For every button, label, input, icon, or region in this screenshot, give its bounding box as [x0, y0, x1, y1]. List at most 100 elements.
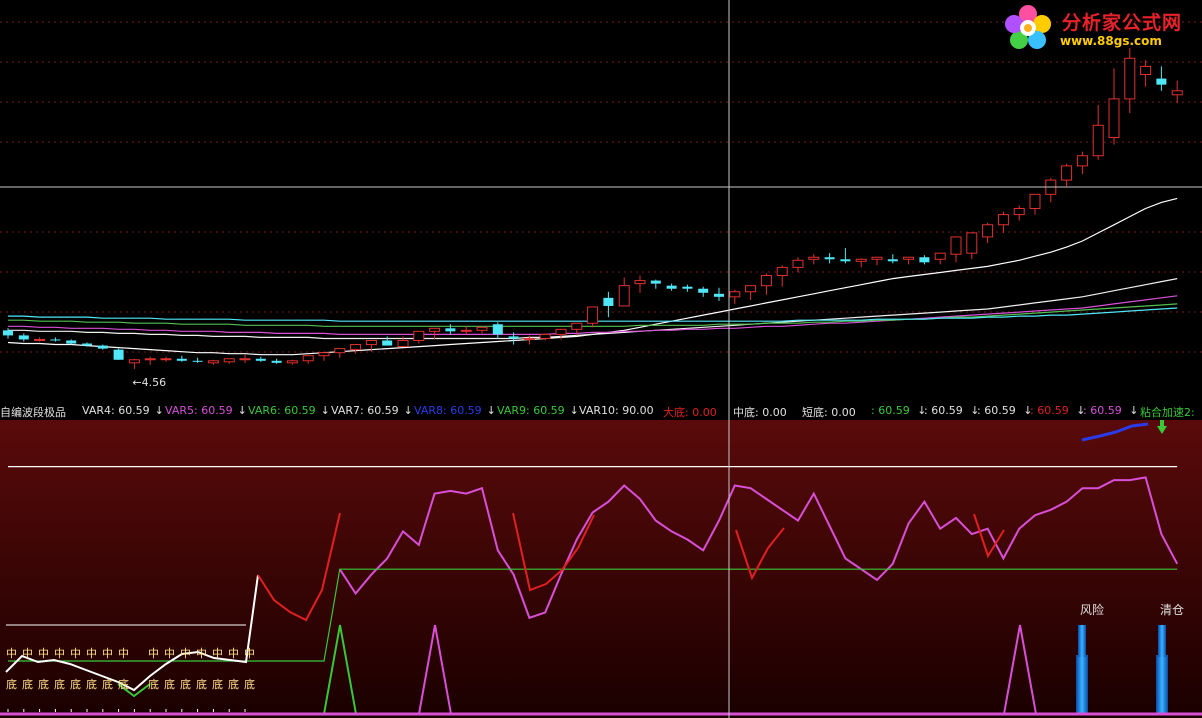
- low-price-annotation: ←4.56: [132, 376, 167, 389]
- header-item-4: VAR7: 60.59: [331, 404, 399, 417]
- candle-body: [82, 343, 92, 346]
- candle-body: [523, 337, 535, 340]
- header-item-0: 自编波段极品: [0, 406, 66, 419]
- candle-body: [97, 345, 108, 349]
- candle-body: [302, 355, 314, 362]
- candle-body: [840, 259, 851, 262]
- candle-body: [113, 349, 124, 360]
- di-signal-char: 底: [164, 678, 175, 691]
- header-arrow-icon: ↓: [569, 404, 579, 417]
- candle-body: [429, 327, 441, 332]
- candle-body: [539, 333, 551, 339]
- candle-body: [982, 224, 994, 238]
- candle-body: [492, 324, 503, 335]
- candle-body: [871, 256, 883, 260]
- watermark-url: www.88gs.com: [1060, 34, 1162, 48]
- down-arrow-signal-stem: [1160, 420, 1164, 427]
- candle-body: [666, 285, 677, 289]
- di-signal-char: 底: [22, 678, 33, 691]
- candle-body: [334, 348, 346, 354]
- candle-body: [176, 358, 187, 361]
- candle-body: [460, 329, 472, 332]
- header-item-11: : 60.59: [871, 404, 910, 417]
- di-signal-char: 底: [244, 678, 255, 691]
- candle-body: [413, 330, 425, 341]
- zhong-signal-char: 中: [70, 647, 81, 660]
- zhong-signal-char: 中: [212, 647, 223, 660]
- risk-label: 风险: [1080, 603, 1105, 617]
- candle-body: [855, 258, 867, 262]
- candle-body: [808, 256, 820, 260]
- zhong-signal-char: 中: [6, 647, 17, 660]
- candle-body: [1171, 90, 1183, 96]
- candle-body: [239, 358, 251, 361]
- upper-panel-bg: [0, 0, 1202, 402]
- header-arrow-icon: ↓: [1129, 404, 1139, 417]
- candle-body: [903, 256, 915, 260]
- header-arrow-icon: ↓: [320, 404, 330, 417]
- candle-body: [207, 360, 219, 364]
- watermark-title: 分析家公式网: [1062, 12, 1183, 34]
- candle-body: [1013, 208, 1025, 216]
- candle-body: [571, 322, 583, 330]
- candle-body: [792, 259, 804, 268]
- clear-position-label: 清仓: [1160, 603, 1185, 617]
- candle-body: [634, 280, 646, 285]
- site-watermark: 分析家公式网 www.88gs.com: [1000, 2, 1200, 54]
- di-signal-char: 底: [118, 678, 129, 691]
- candle-body: [397, 339, 409, 348]
- candle-body: [776, 266, 788, 277]
- candle-body: [603, 297, 614, 306]
- candle-body: [824, 257, 835, 260]
- header-item-2: VAR5: 60.59: [165, 404, 233, 417]
- candle-body: [745, 285, 757, 293]
- zhong-signal-char: 中: [38, 647, 49, 660]
- header-item-5: VAR8: 60.59: [414, 404, 482, 417]
- header-arrow-icon: ↓: [486, 404, 496, 417]
- header-item-13: : 60.59: [977, 404, 1016, 417]
- header-item-1: VAR4: 60.59: [82, 404, 150, 417]
- di-signal-char: 底: [212, 678, 223, 691]
- candle-body: [714, 293, 724, 297]
- candle-body: [255, 358, 266, 361]
- header-item-10: 短底: 0.00: [802, 406, 856, 419]
- zhong-signal-char: 中: [148, 647, 159, 660]
- header-item-9: 中底: 0.00: [733, 406, 787, 419]
- zhong-signal-char: 中: [244, 647, 255, 660]
- candle-body: [682, 286, 693, 289]
- flower-logo-icon: [1005, 5, 1051, 49]
- candle-body: [223, 358, 235, 363]
- candle-body: [192, 360, 203, 362]
- di-signal-row: 底底底底底底底底底底底底底底底: [0, 678, 270, 692]
- candle-body: [50, 339, 61, 341]
- candle-body: [997, 214, 1009, 226]
- candle-body: [934, 252, 946, 260]
- candle-body: [587, 306, 599, 324]
- signal-bar-top-0: [1078, 625, 1086, 657]
- zhong-signal-char: 中: [118, 647, 129, 660]
- zhong-signal-char: 中: [164, 647, 175, 660]
- indicator-header: 自编波段极品 VAR4: 60.59 ↓ VAR5: 60.59 ↓ VAR6: 60.5…: [0, 403, 1202, 419]
- candle-body: [445, 328, 456, 332]
- header-item-3: VAR6: 60.59: [248, 404, 316, 417]
- candle-body: [1092, 124, 1104, 157]
- header-item-12: : 60.59: [924, 404, 963, 417]
- signal-bar-0: [1076, 655, 1088, 713]
- candle-body: [350, 344, 362, 351]
- candle-body: [160, 358, 172, 361]
- header-item-16: 粘合加速2:: [1140, 406, 1195, 419]
- zhong-signal-char: 中: [22, 647, 33, 660]
- header-arrow-icon: ↓: [237, 404, 247, 417]
- zhong-signal-char: 中: [86, 647, 97, 660]
- header-item-8: 大底: 0.00: [663, 406, 717, 419]
- candle-body: [18, 335, 29, 340]
- di-signal-char: 底: [86, 678, 97, 691]
- candle-body: [508, 336, 519, 339]
- di-signal-char: 底: [148, 678, 159, 691]
- zhong-signal-char: 中: [196, 647, 207, 660]
- candle-body: [34, 338, 46, 341]
- header-arrow-icon: ↓: [154, 404, 164, 417]
- header-item-7: VAR10: 90.00: [579, 404, 654, 417]
- di-signal-char: 底: [38, 678, 49, 691]
- di-signal-char: 底: [6, 678, 17, 691]
